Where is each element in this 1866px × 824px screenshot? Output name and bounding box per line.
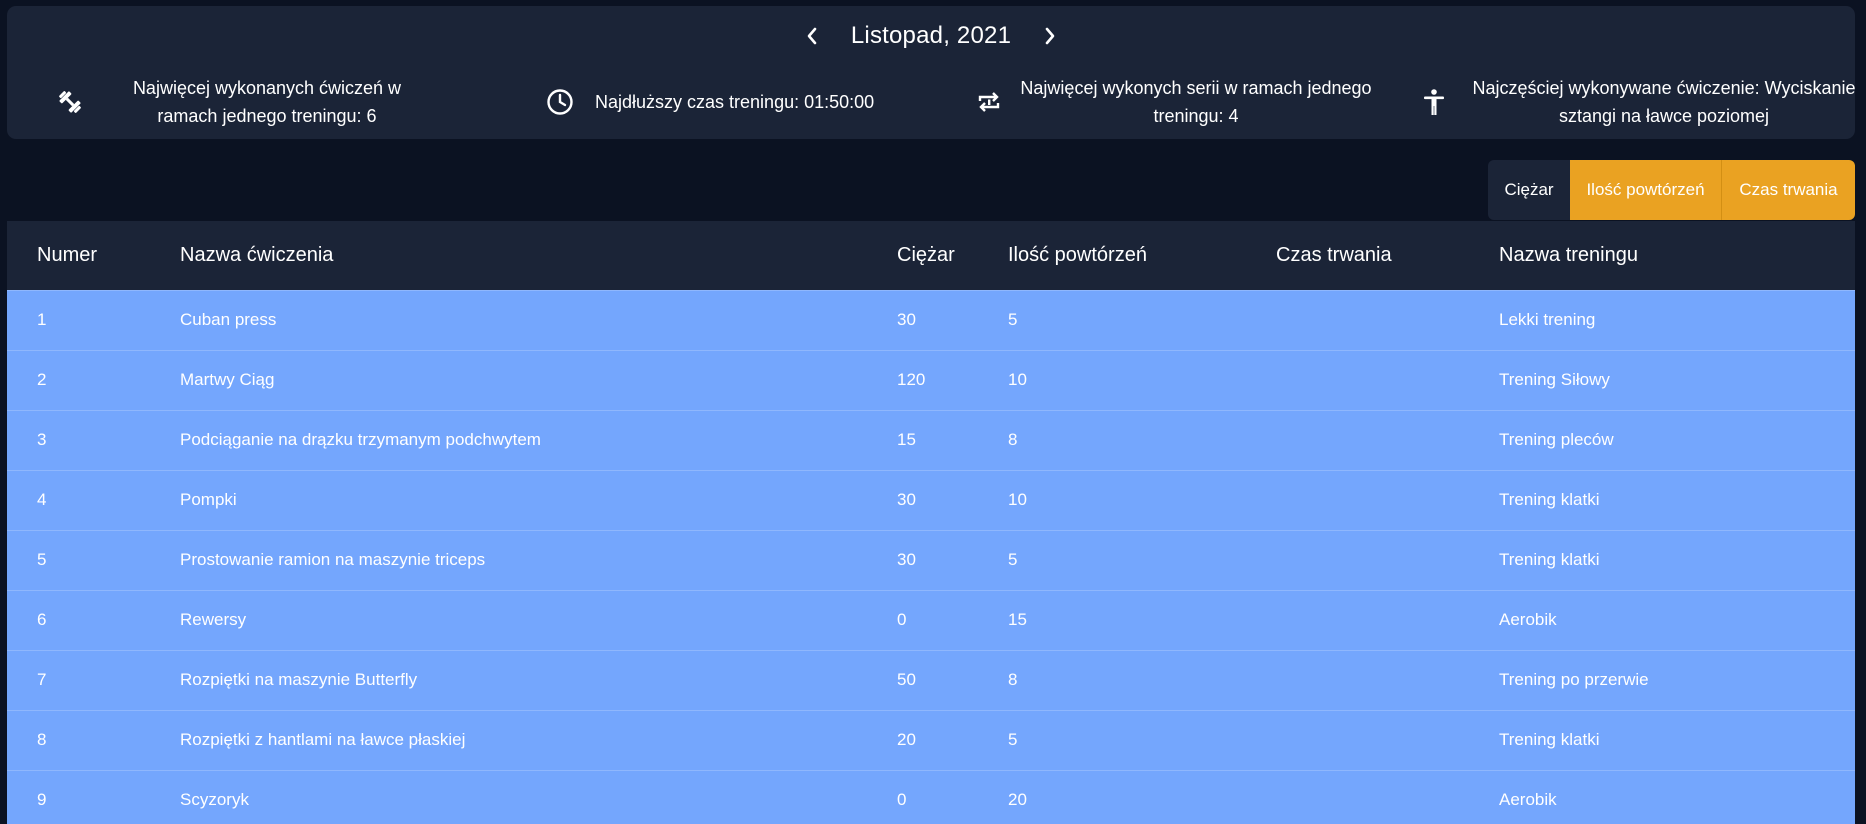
chart-metric-toggle: Ciężar Ilość powtórzeń Czas trwania (1488, 160, 1855, 220)
cell-training: Trening klatki (1499, 490, 1600, 509)
cell-reps: 8 (1008, 430, 1018, 449)
cell-name: Prostowanie ramion na maszynie triceps (180, 550, 486, 569)
cell-weight: 120 (897, 370, 926, 389)
cell-reps: 5 (1008, 730, 1018, 749)
cell-reps: 5 (1008, 550, 1018, 569)
cell-weight: 0 (897, 610, 907, 629)
header-duration[interactable]: Czas trwania (1276, 221, 1499, 290)
table-row[interactable]: 1 Cuban press 30 5 Lekki trening (7, 290, 1855, 350)
cell-number: 8 (37, 730, 47, 749)
cell-training: Trening po przerwie (1499, 670, 1649, 689)
cell-number: 2 (37, 370, 47, 389)
cell-training: Trening Siłowy (1499, 370, 1610, 389)
cell-weight: 30 (897, 550, 916, 569)
cell-training: Trening pleców (1499, 430, 1614, 449)
cell-name: Rozpiętki na maszynie Butterfly (180, 670, 418, 689)
stat-most-series-text: Najwięcej wykonych serii w ramach jedneg… (1020, 78, 1372, 126)
toggle-reps[interactable]: Ilość powtórzeń (1570, 160, 1722, 220)
table-row[interactable]: 4 Pompki 30 10 Trening klatki (7, 470, 1855, 530)
chevron-left-icon[interactable] (799, 23, 825, 49)
cell-training: Trening klatki (1499, 550, 1600, 569)
cell-name: Rozpiętki z hantlami na ławce płaskiej (180, 730, 466, 749)
stat-most-series: Najwięcej wykonych serii w ramach jedneg… (972, 72, 1372, 132)
cell-duration (1276, 770, 1499, 824)
exercise-table: Numer Nazwa ćwiczenia Ciężar Ilość powtó… (7, 221, 1855, 824)
cell-weight: 0 (897, 790, 907, 810)
cell-number: 4 (37, 490, 47, 509)
cell-reps: 15 (1008, 610, 1027, 629)
stat-most-frequent-text: Najczęściej wykonywane ćwiczenie: Wycisk… (1472, 78, 1856, 126)
cell-reps: 20 (1008, 790, 1027, 810)
chevron-right-icon[interactable] (1037, 23, 1063, 49)
table-row[interactable]: 9 Scyzoryk 0 20 Aerobik (7, 770, 1855, 824)
stat-most-exercises: Najwięcej wykonanych ćwiczeń w ramach je… (53, 72, 433, 132)
cell-weight: 20 (897, 730, 916, 749)
table-header-row: Numer Nazwa ćwiczenia Ciężar Ilość powtó… (7, 221, 1855, 290)
cell-duration (1276, 530, 1499, 590)
cell-weight: 30 (897, 310, 916, 329)
cell-number: 1 (37, 310, 47, 329)
dumbbell-icon (53, 85, 87, 119)
cell-duration (1276, 350, 1499, 410)
header-name[interactable]: Nazwa ćwiczenia (180, 221, 897, 290)
month-navigation: Listopad, 2021 (7, 6, 1855, 66)
cell-training: Aerobik (1499, 790, 1557, 810)
toggle-duration[interactable]: Czas trwania (1722, 160, 1855, 220)
stat-longest-time-text: Najdłuższy czas treningu: 01:50:00 (595, 92, 875, 112)
cell-number: 6 (37, 610, 47, 629)
cell-reps: 10 (1008, 370, 1027, 389)
header-weight[interactable]: Ciężar (897, 221, 1008, 290)
stat-most-exercises-text: Najwięcej wykonanych ćwiczeń w ramach je… (132, 78, 402, 126)
cell-number: 5 (37, 550, 47, 569)
month-title: Listopad, 2021 (850, 22, 1012, 49)
cell-weight: 50 (897, 670, 916, 689)
cell-name: Martwy Ciąg (180, 370, 275, 389)
table-row[interactable]: 6 Rewersy 0 15 Aerobik (7, 590, 1855, 650)
exercise-table-container: Numer Nazwa ćwiczenia Ciężar Ilość powtó… (7, 221, 1855, 824)
header-training[interactable]: Nazwa treningu (1499, 221, 1855, 290)
cell-duration (1276, 470, 1499, 530)
toggle-weight[interactable]: Ciężar (1488, 160, 1570, 220)
repeat-icon (972, 85, 1006, 119)
cell-training: Lekki trening (1499, 310, 1596, 329)
clock-icon (543, 85, 577, 119)
table-row[interactable]: 8 Rozpiętki z hantlami na ławce płaskiej… (7, 710, 1855, 770)
cell-training: Aerobik (1499, 610, 1557, 629)
cell-reps: 8 (1008, 670, 1018, 689)
cell-name: Cuban press (180, 310, 277, 329)
header-reps[interactable]: Ilość powtórzeń (1008, 221, 1276, 290)
cell-name: Scyzoryk (180, 790, 249, 810)
summary-panel: Listopad, 2021 Najwięcej wykonanych ćwic… (7, 6, 1855, 139)
person-icon (1417, 85, 1451, 119)
header-number[interactable]: Numer (7, 221, 180, 290)
cell-number: 9 (37, 790, 47, 810)
cell-training: Trening klatki (1499, 730, 1600, 749)
cell-reps: 10 (1008, 490, 1027, 509)
stat-most-frequent: Najczęściej wykonywane ćwiczenie: Wycisk… (1417, 72, 1863, 132)
stat-longest-time: Najdłuższy czas treningu: 01:50:00 (543, 72, 903, 132)
cell-reps: 5 (1008, 310, 1018, 329)
cell-name: Rewersy (180, 610, 247, 629)
table-row[interactable]: 5 Prostowanie ramion na maszynie triceps… (7, 530, 1855, 590)
cell-duration (1276, 410, 1499, 470)
cell-duration (1276, 710, 1499, 770)
cell-number: 3 (37, 430, 47, 449)
table-row[interactable]: 2 Martwy Ciąg 120 10 Trening Siłowy (7, 350, 1855, 410)
cell-weight: 30 (897, 490, 916, 509)
cell-weight: 15 (897, 430, 916, 449)
cell-number: 7 (37, 670, 47, 689)
table-row[interactable]: 3 Podciąganie na drązku trzymanym podchw… (7, 410, 1855, 470)
table-row[interactable]: 7 Rozpiętki na maszynie Butterfly 50 8 T… (7, 650, 1855, 710)
cell-duration (1276, 290, 1499, 350)
cell-duration (1276, 590, 1499, 650)
cell-duration (1276, 650, 1499, 710)
cell-name: Podciąganie na drązku trzymanym podchwyt… (180, 430, 541, 449)
cell-name: Pompki (180, 490, 237, 509)
